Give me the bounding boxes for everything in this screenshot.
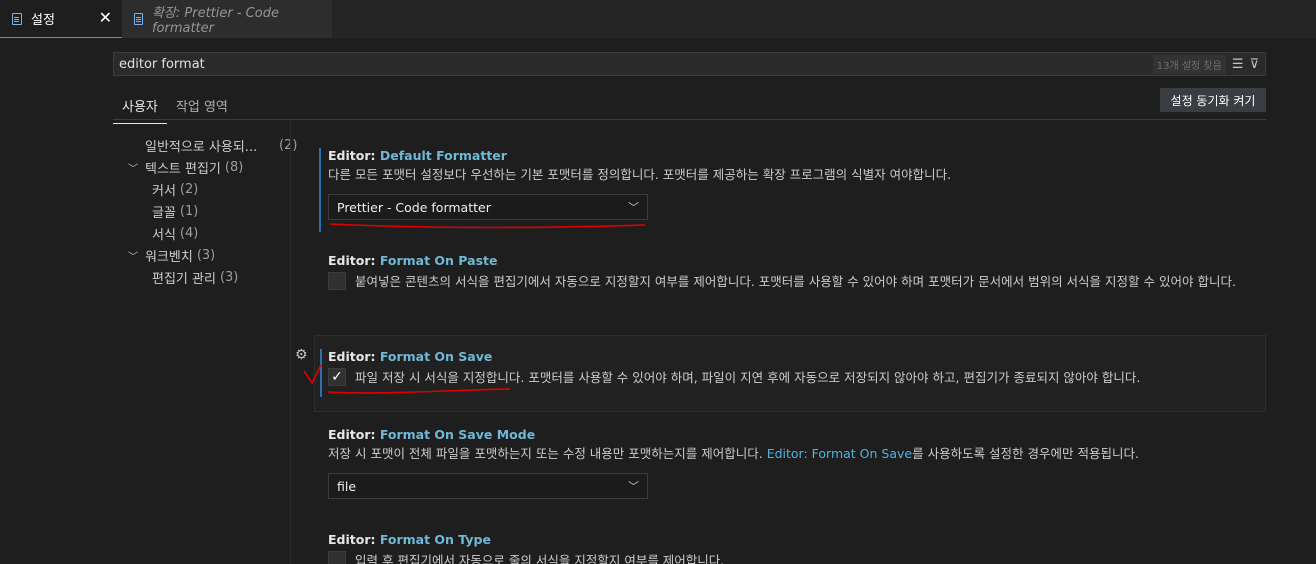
toc-item-label: 워크벤치 (145, 249, 193, 265)
setting-title: Editor: Format On Save (328, 349, 493, 364)
toc-item-font[interactable]: 글꼴 (1) (113, 200, 291, 222)
clear-filter-icon[interactable]: ☰ (1232, 57, 1244, 72)
setting-format-on-save-mode: Editor: Format On Save Mode 저장 시 포맷이 전체 … (314, 427, 1266, 507)
settings-sync-button[interactable]: 설정 동기화 켜기 (1160, 88, 1266, 112)
toc-item-label: 일반적으로 사용되... (145, 139, 258, 155)
chevron-down-icon: ﹀ (128, 251, 138, 263)
format-on-save-checkbox[interactable]: ✓ (328, 368, 346, 386)
default-formatter-select[interactable]: Prettier - Code formatter ﹀ (328, 194, 648, 220)
toc-item-label: 서식 (152, 227, 176, 243)
setting-link[interactable]: Editor: Format On Save (767, 446, 912, 461)
tab-extension-label: 확장: Prettier - Code formatter (151, 6, 279, 36)
toc-item-cursor[interactable]: 커서 (2) (113, 178, 291, 200)
editor-tab-bar: 설정 ✕ 확장: Prettier - Code formatter (0, 0, 1316, 38)
toc-item-commonly-used[interactable]: 일반적으로 사용되... (2) (113, 134, 297, 156)
search-result-count: 13개 설정 찾음 (1152, 54, 1226, 74)
filter-icon[interactable]: ⊽ (1249, 57, 1259, 72)
check-icon: ✓ (331, 369, 343, 385)
setting-default-formatter: Editor: Default Formatter 다른 모든 포맷터 설정보다… (314, 148, 1266, 232)
toc-item-count: (4) (179, 225, 199, 241)
toc-item-label: 텍스트 편집기 (145, 161, 221, 177)
tab-settings[interactable]: 설정 ✕ (0, 0, 122, 38)
file-icon (12, 12, 22, 25)
toc-item-editor-management[interactable]: 편집기 관리 (3) (113, 266, 291, 288)
toc-item-label: 편집기 관리 (152, 271, 216, 287)
select-value: file (337, 478, 357, 494)
search-input[interactable] (114, 56, 1153, 72)
setting-description: 입력 후 편집기에서 자동으로 줄의 서식을 지정할지 여부를 제어합니다. (355, 553, 725, 564)
setting-description: 파일 저장 시 서식을 지정합니다. 포맷터를 사용할 수 있어야 하며, 파일… (355, 370, 1141, 385)
setting-title: Editor: Format On Paste (328, 253, 498, 268)
setting-description: 저장 시 포맷이 전체 파일을 포맷하는지 또는 수정 내용만 포맷하는지를 제… (328, 446, 1139, 461)
gear-icon[interactable]: ⚙ (295, 347, 308, 363)
setting-description: 다른 모든 포맷터 설정보다 우선하는 기본 포맷터를 정의합니다. 포맷터를 … (328, 167, 952, 182)
setting-title: Editor: Format On Save Mode (328, 427, 536, 442)
toc-item-count: (2) (179, 181, 199, 197)
toc-item-count: (2) (279, 137, 298, 153)
setting-title: Editor: Default Formatter (328, 148, 507, 163)
settings-toc: 일반적으로 사용되... (2) ﹀ 텍스트 편집기 (8) 커서 (2) 글꼴… (113, 134, 297, 288)
toc-item-workbench[interactable]: ﹀ 워크벤치 (3) (113, 244, 291, 266)
toc-item-count: (1) (179, 203, 199, 219)
close-icon[interactable]: ✕ (99, 10, 112, 26)
format-on-paste-checkbox[interactable] (328, 272, 346, 290)
setting-format-on-paste: Editor: Format On Paste 붙여넣은 콘텐츠의 서식을 편집… (314, 253, 1266, 315)
toc-item-label: 글꼴 (152, 205, 176, 221)
setting-title: Editor: Format On Type (328, 532, 491, 547)
divider (113, 119, 1266, 120)
tab-extension-prettier[interactable]: 확장: Prettier - Code formatter (122, 0, 332, 38)
toc-item-text-editor[interactable]: ﹀ 텍스트 편집기 (8) (113, 156, 291, 178)
modified-indicator (319, 148, 321, 232)
toc-divider (290, 120, 291, 564)
chevron-down-icon: ﹀ (628, 480, 639, 493)
tab-settings-label: 설정 (31, 13, 55, 28)
format-on-save-mode-select[interactable]: file ﹀ (328, 473, 648, 499)
toc-item-label: 커서 (152, 183, 176, 199)
select-value: Prettier - Code formatter (337, 199, 491, 215)
toc-item-count: (3) (219, 269, 239, 285)
file-icon (134, 13, 143, 25)
format-on-type-checkbox[interactable] (328, 551, 346, 564)
setting-description: 붙여넣은 콘텐츠의 서식을 편집기에서 자동으로 지정할지 여부를 제어합니다.… (355, 274, 1236, 289)
setting-format-on-type: Editor: Format On Type 입력 후 편집기에서 자동으로 줄… (314, 532, 1266, 564)
toc-item-count: (8) (224, 159, 244, 175)
settings-search: 13개 설정 찾음 ☰ ⊽ (113, 52, 1266, 76)
toc-item-count: (3) (196, 247, 216, 263)
toc-item-formatting[interactable]: 서식 (4) (113, 222, 291, 244)
chevron-down-icon: ﹀ (128, 163, 138, 175)
setting-format-on-save: Editor: Format On Save ✓ 파일 저장 시 서식을 지정합… (314, 335, 1266, 412)
chevron-down-icon: ﹀ (628, 201, 639, 214)
modified-indicator (320, 349, 322, 397)
